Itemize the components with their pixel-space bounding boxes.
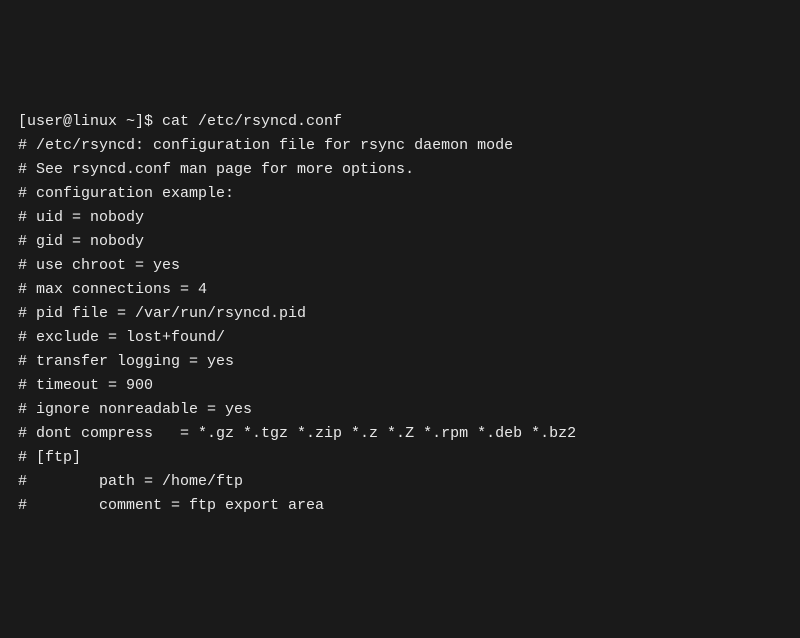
output-line: # /etc/rsyncd: configuration file for rs… xyxy=(18,134,782,158)
output-line: # gid = nobody xyxy=(18,230,782,254)
output-line: # use chroot = yes xyxy=(18,254,782,278)
command-text: cat /etc/rsyncd.conf xyxy=(162,113,342,130)
output-line: # ignore nonreadable = yes xyxy=(18,398,782,422)
output-line: # max connections = 4 xyxy=(18,278,782,302)
output-line: # comment = ftp export area xyxy=(18,494,782,518)
output-line: # timeout = 900 xyxy=(18,374,782,398)
output-line: # transfer logging = yes xyxy=(18,350,782,374)
command-line[interactable]: [user@linux ~]$ cat /etc/rsyncd.conf xyxy=(18,110,782,134)
output-line: # configuration example: xyxy=(18,182,782,206)
output-line: # pid file = /var/run/rsyncd.pid xyxy=(18,302,782,326)
output-line: # dont compress = *.gz *.tgz *.zip *.z *… xyxy=(18,422,782,446)
output-line: # exclude = lost+found/ xyxy=(18,326,782,350)
output-line: # See rsyncd.conf man page for more opti… xyxy=(18,158,782,182)
shell-prompt: [user@linux ~]$ xyxy=(18,113,162,130)
output-line: # uid = nobody xyxy=(18,206,782,230)
output-line: # path = /home/ftp xyxy=(18,470,782,494)
output-line: # [ftp] xyxy=(18,446,782,470)
